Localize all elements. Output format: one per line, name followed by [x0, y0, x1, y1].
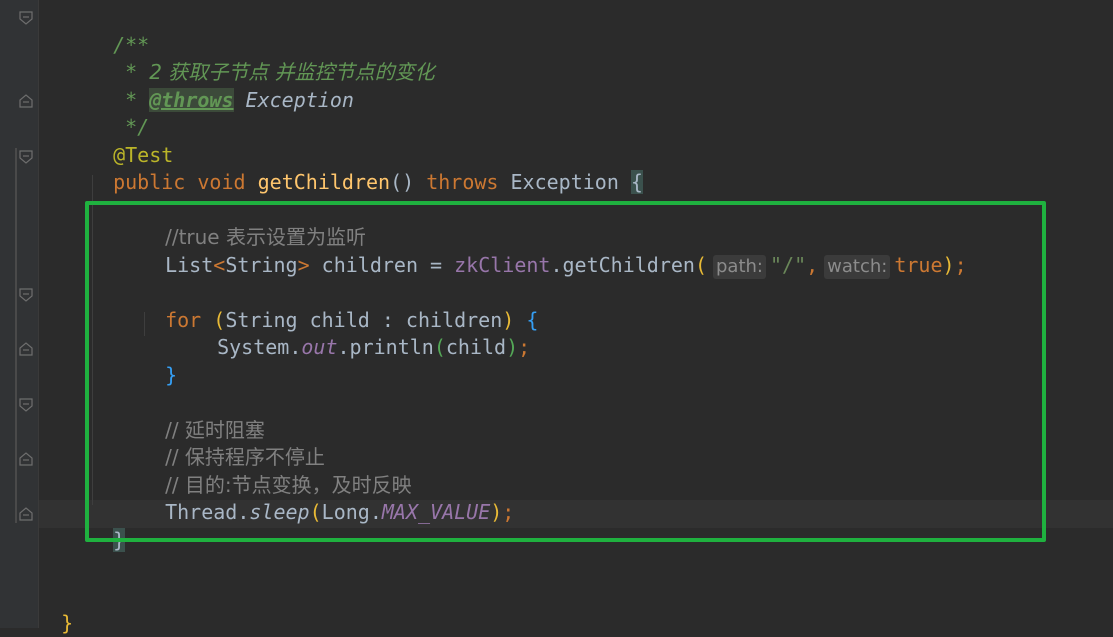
keyword-throws: throws: [426, 170, 499, 194]
code-line[interactable]: public void getChildren() throws Excepti…: [89, 142, 643, 194]
doc-throws-type: Exception: [233, 88, 354, 112]
fold-icon[interactable]: [19, 11, 33, 25]
fold-icon[interactable]: [19, 288, 33, 302]
unfold-icon[interactable]: [19, 94, 33, 108]
scope-indicator: [15, 148, 17, 523]
code-line[interactable]: /**: [89, 5, 149, 57]
highlight-frame: [85, 201, 1046, 542]
code-line[interactable]: */: [89, 87, 149, 139]
code-line[interactable]: * 2 获取子节点 并监控节点的变化: [89, 32, 435, 84]
code-line[interactable]: @Test: [89, 115, 173, 167]
code-line[interactable]: * @throws Exception: [89, 60, 354, 112]
method-name: getChildren: [257, 170, 391, 194]
unfold-icon[interactable]: [19, 452, 33, 466]
class-close-brace: }: [61, 611, 74, 635]
unfold-icon[interactable]: [19, 342, 33, 356]
keyword-void: void: [197, 170, 246, 194]
fold-icon[interactable]: [19, 150, 33, 164]
method-parens: (): [390, 170, 415, 194]
gutter-separator: [38, 0, 39, 628]
doc-throws-tag: @throws: [149, 88, 234, 112]
method-open-brace: {: [630, 170, 643, 194]
fold-icon[interactable]: [19, 398, 33, 412]
exception-type: Exception: [510, 170, 619, 194]
unfold-icon[interactable]: [19, 507, 33, 521]
code-line[interactable]: }: [37, 583, 73, 635]
keyword-public: public: [113, 170, 186, 194]
